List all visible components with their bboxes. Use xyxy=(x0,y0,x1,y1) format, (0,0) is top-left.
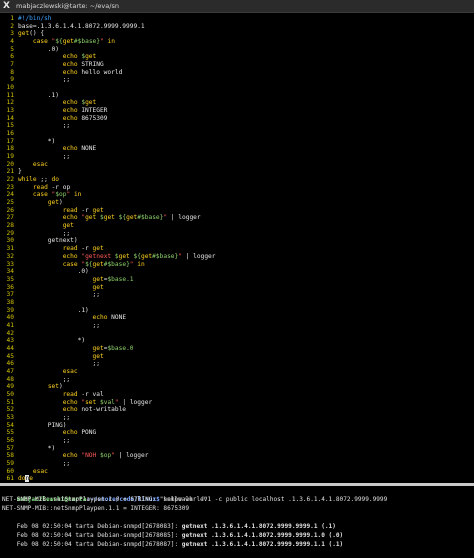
terminal-output-line: NET-SNMP-MIB::netSnmpPlaypen.1.1 = INTEG… xyxy=(2,505,190,512)
window-title: mabjaczlewski@tarte: ~/eva/sn xyxy=(16,2,119,10)
terminal-command-line: mabjaczlewski@tarta:~/store/code/linux$ … xyxy=(2,486,388,503)
terminal-log-line: Feb 08 02:50:04 tarta Debian-snmpd[26780… xyxy=(2,522,344,539)
terminal-output-line: NET-SNMP-MIB::netSnmpPlaypen.1.0 = STRIN… xyxy=(2,496,208,503)
window-titlebar: X mabjaczlewski@tarte: ~/eva/sn xyxy=(0,0,474,13)
code-editor[interactable]: 1 #!/bin/sh 2 base=.1.3.6.1.4.1.8072.9999.9… xyxy=(0,15,474,483)
terminal-log-line: Feb 08 02:50:04 tarta Debian-snmpd[26780… xyxy=(2,513,336,530)
terminal-pane[interactable]: mabjaczlewski@tarta:~/store/code/linux$ … xyxy=(0,486,474,548)
x-terminal-icon: X xyxy=(3,1,10,11)
terminal-log-line: Feb 08 02:50:04 tarta Debian-snmpd[26780… xyxy=(2,531,344,548)
